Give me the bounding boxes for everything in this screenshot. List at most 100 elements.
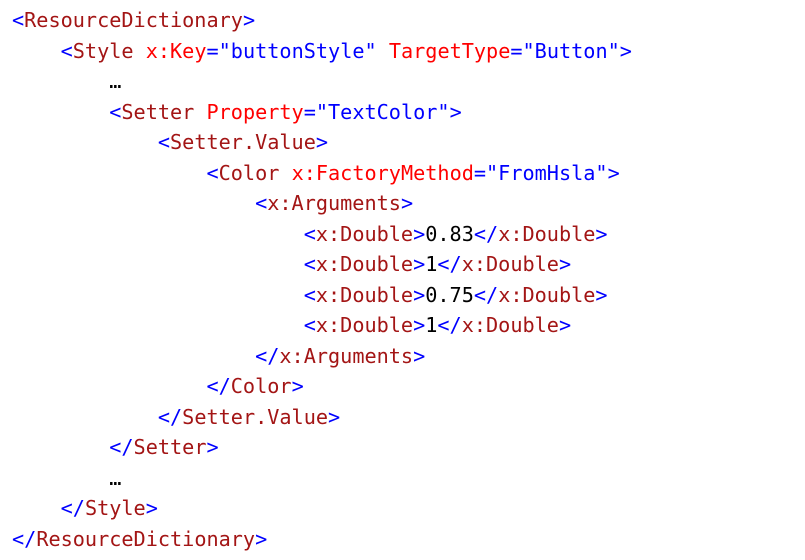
xml-tag-name: Style [84, 496, 146, 520]
xml-text-content: 0.83 [425, 221, 474, 246]
xml-tag-name: x:Double [315, 252, 414, 276]
xml-punctuation: > [595, 282, 608, 307]
xml-punctuation: > [558, 252, 572, 276]
xml-text-content [134, 39, 146, 63]
xml-tag-name: Setter [133, 435, 207, 459]
ellipsis-placeholder: … [109, 69, 122, 93]
code-line: <Setter Property="TextColor"> [12, 97, 802, 128]
code-line: <Color x:FactoryMethod="FromHsla"> [12, 158, 802, 189]
xml-text-content: 0.75 [425, 282, 474, 307]
xml-tag-name: Color [218, 160, 280, 185]
xml-tag-name: ResourceDictionary [36, 526, 256, 551]
xaml-code-view: <ResourceDictionary> <Style x:Key="butto… [12, 5, 802, 554]
xml-punctuation: </ [437, 252, 462, 276]
xml-attribute-value: "buttonStyle" [218, 38, 377, 63]
xml-tag-name: Setter [121, 99, 195, 124]
xml-punctuation: > [558, 313, 572, 337]
code-line: <x:Double>0.83</x:Double> [12, 219, 802, 250]
xml-text-content [377, 39, 389, 63]
code-line: <x:Arguments> [12, 188, 802, 219]
xml-punctuation: > [413, 343, 426, 368]
xml-tag-name: x:Double [315, 313, 414, 337]
xml-text-content: 1 [425, 252, 438, 276]
xml-punctuation: </ [437, 313, 462, 337]
xml-punctuation: > [206, 435, 219, 459]
xml-attribute-value: "Button" [522, 38, 620, 63]
xml-punctuation: = [206, 38, 219, 63]
xml-attribute-name: x:Key [145, 38, 207, 63]
xml-punctuation: </ [12, 526, 37, 551]
xml-tag-name: x:Double [498, 282, 596, 307]
ellipsis-placeholder: … [109, 465, 122, 490]
xml-punctuation: < [109, 99, 122, 124]
xml-punctuation: > [291, 374, 304, 398]
xml-punctuation: </ [157, 404, 183, 429]
code-line: </Style> [12, 493, 802, 524]
xml-punctuation: = [473, 160, 487, 185]
xml-punctuation: > [145, 496, 158, 520]
xml-punctuation: < [157, 130, 171, 154]
xml-punctuation: > [413, 221, 426, 246]
xml-punctuation: </ [255, 343, 280, 368]
xml-punctuation: < [206, 160, 219, 185]
code-line: <ResourceDictionary> [12, 5, 802, 36]
xml-punctuation: > [328, 404, 341, 429]
xml-tag-name: Style [72, 38, 134, 63]
xml-punctuation: > [607, 160, 620, 185]
xml-punctuation: </ [60, 496, 85, 520]
xml-text-content: 1 [425, 313, 438, 337]
xml-attribute-name: TargetType [388, 38, 511, 63]
xml-punctuation: </ [206, 374, 231, 398]
code-line: </ResourceDictionary> [12, 524, 802, 555]
xml-punctuation: > [595, 221, 608, 246]
code-line: </Color> [12, 371, 802, 402]
xml-tag-name: x:Arguments [279, 343, 414, 368]
xml-tag-name: x:Arguments [267, 191, 401, 215]
xml-punctuation: </ [473, 282, 499, 307]
xml-punctuation: > [242, 8, 256, 32]
xml-punctuation: < [60, 38, 73, 63]
xml-tag-name: x:Double [315, 282, 414, 307]
code-line: <x:Double>1</x:Double> [12, 249, 802, 280]
code-line: <Setter.Value> [12, 127, 802, 158]
code-line: … [12, 463, 802, 494]
xml-tag-name: Setter.Value [182, 404, 329, 429]
xml-punctuation: > [449, 99, 462, 124]
code-line: <Style x:Key="buttonStyle" TargetType="B… [12, 36, 802, 67]
xml-punctuation: > [255, 526, 268, 551]
xml-attribute-name: x:FactoryMethod [291, 160, 474, 185]
xml-tag-name: x:Double [461, 313, 559, 337]
xml-attribute-value: "FromHsla" [486, 160, 608, 185]
code-line: </Setter.Value> [12, 402, 802, 433]
code-line: <x:Double>0.75</x:Double> [12, 280, 802, 311]
xml-punctuation: </ [473, 221, 499, 246]
xml-tag-name: x:Double [315, 221, 414, 246]
code-line: </x:Arguments> [12, 341, 802, 372]
xml-attribute-value: "TextColor" [315, 99, 450, 124]
xml-punctuation: > [413, 282, 426, 307]
xml-punctuation: < [255, 191, 268, 215]
xml-punctuation: < [303, 313, 316, 337]
xml-punctuation: > [413, 252, 426, 276]
xml-punctuation: > [400, 191, 414, 215]
xml-tag-name: Color [230, 374, 292, 398]
xml-punctuation: < [303, 282, 316, 307]
xml-text-content [279, 161, 291, 185]
xml-punctuation: < [303, 252, 316, 276]
xml-punctuation: > [315, 130, 329, 154]
code-line: <x:Double>1</x:Double> [12, 310, 802, 341]
xml-punctuation: > [413, 313, 426, 337]
xml-text-content [194, 100, 206, 124]
xml-tag-name: x:Double [461, 252, 559, 276]
